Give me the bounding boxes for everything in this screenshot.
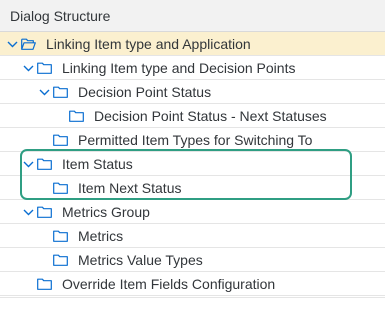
tree-node[interactable]: Linking Item type and Application	[0, 32, 385, 56]
highlight-annotation	[20, 149, 352, 200]
tree-node-label[interactable]: Linking Item type and Decision Points	[62, 56, 295, 80]
tree-node[interactable]: Decision Point Status	[0, 80, 385, 104]
tree-bottom-divider	[0, 297, 385, 298]
tree-node-label[interactable]: Decision Point Status	[78, 80, 211, 104]
tree-node-label[interactable]: Decision Point Status - Next Statuses	[94, 104, 327, 128]
tree-node[interactable]: Override Item Fields Configuration	[0, 272, 385, 296]
tree-node[interactable]: Decision Point Status - Next Statuses	[0, 104, 385, 128]
folder-icon	[36, 272, 52, 296]
tree-node[interactable]: Linking Item type and Decision Points	[0, 56, 385, 80]
tree-node-label[interactable]: Metrics Value Types	[78, 248, 203, 272]
folder-icon	[68, 104, 84, 128]
folder-icon	[36, 200, 52, 224]
tree-node[interactable]: Metrics Value Types	[0, 248, 385, 272]
tree-node-label[interactable]: Metrics	[78, 224, 123, 248]
chevron-down-icon[interactable]	[21, 200, 35, 224]
chevron-down-icon[interactable]	[37, 80, 51, 104]
dialog-structure-title: Dialog Structure	[10, 8, 111, 24]
chevron-down-icon[interactable]	[21, 56, 35, 80]
folder-icon	[52, 80, 68, 104]
folder-icon	[36, 56, 52, 80]
tree-node-label[interactable]: Override Item Fields Configuration	[62, 272, 275, 296]
folder-open-icon	[20, 32, 36, 56]
tree-node[interactable]: Metrics Group	[0, 200, 385, 224]
dialog-structure-header: Dialog Structure	[0, 0, 385, 32]
tree-node[interactable]: Metrics	[0, 224, 385, 248]
tree-node-label[interactable]: Metrics Group	[62, 200, 150, 224]
folder-icon	[52, 224, 68, 248]
tree-node-label[interactable]: Linking Item type and Application	[46, 32, 251, 56]
folder-icon	[52, 248, 68, 272]
chevron-down-icon[interactable]	[5, 32, 19, 56]
